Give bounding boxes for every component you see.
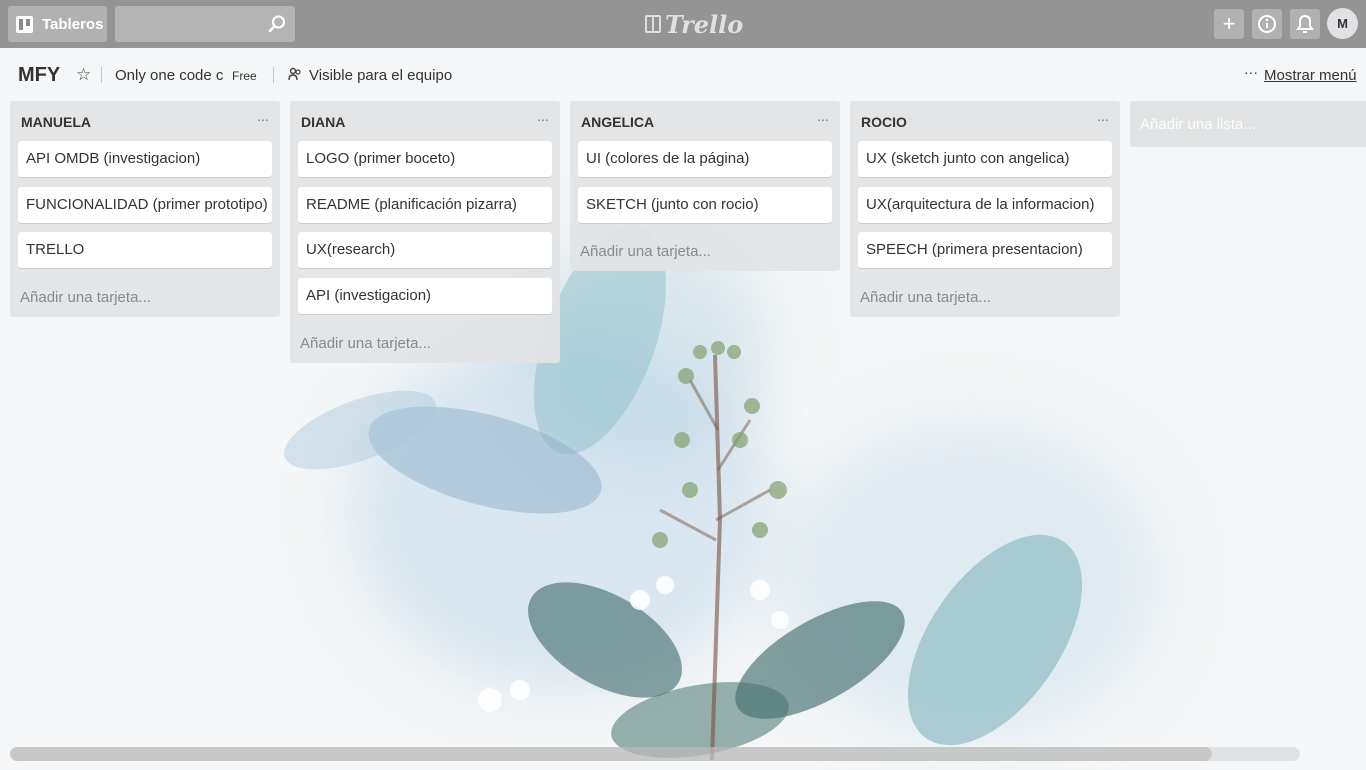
card[interactable]: UX(research) [298,232,552,268]
boards-button[interactable]: Tableros [8,6,107,42]
team-visibility-icon[interactable] [288,67,302,81]
menu-dots-icon[interactable]: ··· [1244,64,1258,80]
card[interactable]: FUNCIONALIDAD (primer prototipo) [18,187,272,223]
list-diana: DIANA ··· LOGO (primer boceto) README (p… [290,101,560,363]
card[interactable]: SPEECH (primera presentacion) [858,232,1112,268]
add-card-link[interactable]: Añadir una tarjeta... [580,243,711,260]
trello-logo-text: Trello [665,9,744,39]
horizontal-scrollbar[interactable] [10,747,1300,761]
info-button[interactable] [1252,9,1282,39]
search-input[interactable] [115,5,275,43]
trello-logo-icon [645,15,661,33]
search-icon[interactable] [267,14,287,34]
notification-bell-icon [1296,14,1314,33]
list-menu-icon[interactable]: ··· [1097,111,1109,127]
add-card-link[interactable]: Añadir una tarjeta... [860,289,991,306]
list-title[interactable]: ANGELICA [581,114,654,130]
card[interactable]: UI (colores de la página) [578,141,832,177]
divider [101,67,102,83]
add-button[interactable]: + [1214,9,1244,39]
board-header: MFY ☆ Only one code c Free Visible para … [0,48,1366,100]
add-list-button[interactable]: Añadir una lista... [1130,101,1366,147]
avatar[interactable]: M [1327,8,1358,39]
list-rocio: ROCIO ··· UX (sketch junto con angelica)… [850,101,1120,317]
card[interactable]: UX (sketch junto con angelica) [858,141,1112,177]
card[interactable]: API (investigacion) [298,278,552,314]
show-menu-link[interactable]: Mostrar menú [1264,67,1357,84]
list-manuela: MANUELA ··· API OMDB (investigacion) FUN… [10,101,280,317]
add-list-label: Añadir una lista... [1140,116,1256,133]
card[interactable]: API OMDB (investigacion) [18,141,272,177]
list-title[interactable]: DIANA [301,114,345,130]
boards-label: Tableros [42,15,104,33]
search-box[interactable] [115,5,295,43]
list-title[interactable]: MANUELA [21,114,91,130]
divider [273,67,274,83]
list-title[interactable]: ROCIO [861,114,907,130]
add-card-link[interactable]: Añadir una tarjeta... [20,289,151,306]
list-menu-icon[interactable]: ··· [817,111,829,127]
add-card-link[interactable]: Añadir una tarjeta... [300,335,431,352]
card[interactable]: SKETCH (junto con rocio) [578,187,832,223]
star-icon[interactable]: ☆ [76,65,91,85]
notifications-button[interactable] [1290,9,1320,39]
plan-badge: Free [232,69,257,83]
info-icon [1258,15,1276,33]
visibility-label[interactable]: Visible para el equipo [309,67,452,84]
team-name[interactable]: Only one code c [115,67,223,84]
card[interactable]: UX(arquitectura de la informacion) [858,187,1112,223]
list-angelica: ANGELICA ··· UI (colores de la página) S… [570,101,840,271]
trello-logo[interactable]: Trello [645,9,744,39]
add-icon: + [1222,11,1236,36]
list-menu-icon[interactable]: ··· [257,111,269,127]
avatar-initial: M [1337,16,1348,31]
top-navigation-bar: Tableros Trello + M [0,0,1366,48]
list-menu-icon[interactable]: ··· [537,111,549,127]
board-title[interactable]: MFY [18,64,60,87]
card[interactable]: LOGO (primer boceto) [298,141,552,177]
boards-icon [16,15,33,33]
card[interactable]: README (planificación pizarra) [298,187,552,223]
scrollbar-thumb[interactable] [10,747,1212,761]
card[interactable]: TRELLO [18,232,272,268]
